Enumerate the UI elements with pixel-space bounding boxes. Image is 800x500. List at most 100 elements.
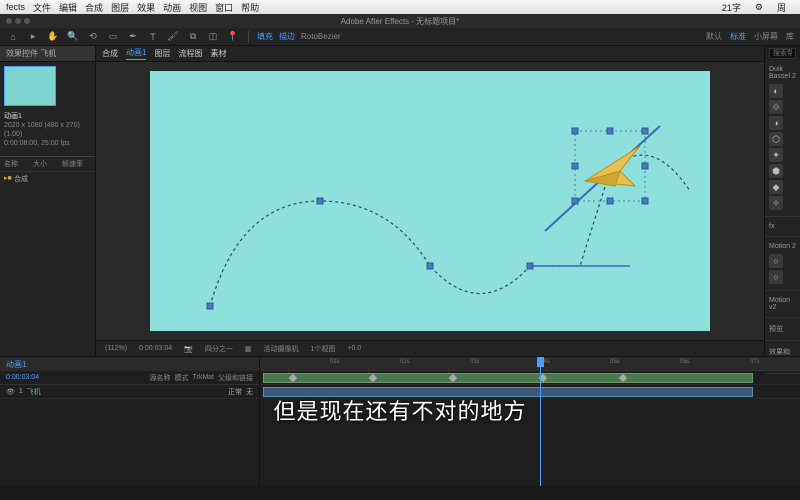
project-row[interactable]: ▸■ 合成 (0, 172, 95, 186)
gear-icon[interactable]: ⚙ (755, 2, 763, 13)
menu-file[interactable]: 文件 (33, 1, 51, 14)
search-help-input[interactable] (769, 48, 796, 59)
duik-icon[interactable]: ◆ (769, 180, 783, 194)
tab-comp[interactable]: 合成 (102, 48, 118, 59)
motion-icon[interactable]: ○ (769, 254, 783, 268)
row-label: 合成 (14, 174, 28, 184)
menu-edit[interactable]: 编辑 (59, 1, 77, 14)
hdr-trkmat[interactable]: TrkMat (192, 374, 214, 381)
hdr-source[interactable]: 源名称 (149, 373, 170, 383)
stroke-label[interactable]: 描边 (279, 31, 295, 42)
duik-icon[interactable]: ⬢ (769, 164, 783, 178)
layer-row[interactable]: 👁 1 飞机 正常 无 (0, 385, 259, 399)
tab-footage[interactable]: 素材 (210, 48, 226, 59)
zoom-level[interactable]: (112%) (102, 345, 130, 352)
col-fps[interactable]: 帧速率 (62, 159, 91, 169)
layer-num: 1 (19, 388, 23, 395)
folder-icon: ▸■ (4, 174, 14, 184)
clone-tool-icon[interactable]: ⧉ (186, 30, 200, 44)
menu-help[interactable]: 帮助 (241, 1, 259, 14)
duik-icon[interactable]: ⬡ (769, 132, 783, 146)
menu-anim[interactable]: 动画 (163, 1, 181, 14)
workspace-small[interactable]: 小屏幕 (754, 31, 778, 42)
viewport[interactable] (96, 62, 764, 340)
fill-label[interactable]: 填充 (257, 31, 273, 42)
time-ruler[interactable]: 01s 02s 03s 04s 05s 06s 07s (260, 357, 800, 371)
clip-fps: 0:00:08:00, 25:00 fps (4, 139, 91, 148)
project-panel: 效果控件 飞机 动画1 2020 x 1080 (480 x 270) (1.0… (0, 46, 96, 356)
app-name: fects (6, 2, 25, 12)
panel-motion2[interactable]: Motion 2 (767, 241, 798, 252)
macos-menubar: fects 文件 编辑 合成 图层 效果 动画 视图 窗口 帮助 21字 ⚙ 周 (0, 0, 800, 14)
window-title: Adobe After Effects - 无标题项目* (341, 16, 460, 27)
timecode[interactable]: 0:00:03:04 (136, 345, 175, 352)
eye-icon[interactable]: 👁 (6, 388, 15, 396)
duik-icon[interactable]: ✦ (769, 148, 783, 162)
col-name[interactable]: 名称 (4, 159, 33, 169)
view-count[interactable]: 1个视图 (307, 344, 338, 354)
status-day: 周 (777, 1, 786, 14)
subtitle-caption: 但是现在还有不对的地方 (273, 394, 526, 426)
resolution[interactable]: 四分之一 (202, 344, 236, 354)
comp-tabs: 合成 动画1 图层 流程图 素材 (96, 46, 764, 62)
comp-thumbnail[interactable] (4, 66, 56, 106)
hand-tool-icon[interactable]: ✋ (46, 30, 60, 44)
panel-fx[interactable]: fx (767, 221, 798, 232)
text-tool-icon[interactable]: T (146, 30, 160, 44)
duik-icon[interactable]: ⟐ (769, 100, 783, 114)
pen-tool-icon[interactable]: ✒ (126, 30, 140, 44)
puppet-tool-icon[interactable]: 📍 (226, 30, 240, 44)
workspace-lib[interactable]: 库 (786, 31, 794, 42)
panel-preview[interactable]: 预览 (767, 322, 798, 336)
workspace-default[interactable]: 默认 (706, 31, 722, 42)
canvas[interactable] (150, 71, 710, 331)
rotobezier-label[interactable]: RotoBezier (301, 32, 341, 41)
composition-panel: 合成 动画1 图层 流程图 素材 (96, 46, 764, 356)
window-titlebar: Adobe After Effects - 无标题项目* (0, 14, 800, 28)
right-dock: Duik Bassel 2 ◐ ⟐ ◑ ⬡ ✦ ⬢ ◆ ✧ fx Motion 2 ○ ○… (764, 46, 800, 356)
grid-icon[interactable]: ▦ (242, 345, 255, 353)
hdr-parent[interactable]: 父级和链接 (218, 373, 253, 383)
hdr-mode[interactable]: 模式 (174, 373, 188, 383)
menu-view[interactable]: 视图 (189, 1, 207, 14)
workspace-standard[interactable]: 标准 (730, 31, 746, 42)
menu-layer[interactable]: 图层 (111, 1, 129, 14)
traffic-lights[interactable] (6, 18, 30, 24)
shape-tool-icon[interactable]: ▭ (106, 30, 120, 44)
layer-name[interactable]: 飞机 (27, 387, 224, 397)
camera-icon[interactable]: 📷 (181, 345, 196, 353)
zoom-tool-icon[interactable]: 🔍 (66, 30, 80, 44)
menu-comp[interactable]: 合成 (85, 1, 103, 14)
selection-tool-icon[interactable]: ▸ (26, 30, 40, 44)
duik-icon[interactable]: ◑ (769, 116, 783, 130)
active-camera[interactable]: 活动摄像机 (260, 344, 301, 354)
status-ime: 21字 (722, 1, 741, 14)
menu-window[interactable]: 窗口 (215, 1, 233, 14)
brush-tool-icon[interactable]: 🖌 (166, 30, 180, 44)
comp-footer: (112%) 0:00:03:04 📷 四分之一 ▦ 活动摄像机 1个视图 +0… (96, 340, 764, 356)
app-toolbar: ⌂ ▸ ✋ 🔍 ⟲ ▭ ✒ T 🖌 ⧉ ◫ 📍 填充 描边 RotoBezier… (0, 28, 800, 46)
tab-flow[interactable]: 流程图 (178, 48, 202, 59)
duik-icon[interactable]: ◐ (769, 84, 783, 98)
work-area-bar[interactable] (263, 373, 753, 383)
tab-anim[interactable]: 动画1 (126, 47, 146, 60)
effect-controls-tab[interactable]: 效果控件 飞机 (0, 46, 95, 62)
playhead[interactable] (540, 357, 541, 486)
timeline-tab[interactable]: 动画1 (6, 359, 26, 370)
tl-timecode[interactable]: 0:00:03:04 (6, 374, 39, 381)
clip-dims: 2020 x 1080 (480 x 270) (1.00) (4, 121, 91, 139)
duik-icon[interactable]: ✧ (769, 196, 783, 210)
rotate-tool-icon[interactable]: ⟲ (86, 30, 100, 44)
layer-parent[interactable]: 无 (246, 387, 253, 397)
tab-layer[interactable]: 图层 (154, 48, 170, 59)
layer-mode[interactable]: 正常 (228, 387, 242, 397)
exposure[interactable]: +0.0 (344, 345, 364, 352)
panel-duik[interactable]: Duik Bassel 2 (767, 64, 798, 82)
eraser-tool-icon[interactable]: ◫ (206, 30, 220, 44)
col-size[interactable]: 大小 (33, 159, 62, 169)
motion-icon[interactable]: ○ (769, 270, 783, 284)
panel-motionv2[interactable]: Motion v2 (767, 295, 798, 313)
menu-effect[interactable]: 效果 (137, 1, 155, 14)
clip-name: 动画1 (4, 112, 91, 121)
home-icon[interactable]: ⌂ (6, 30, 20, 44)
